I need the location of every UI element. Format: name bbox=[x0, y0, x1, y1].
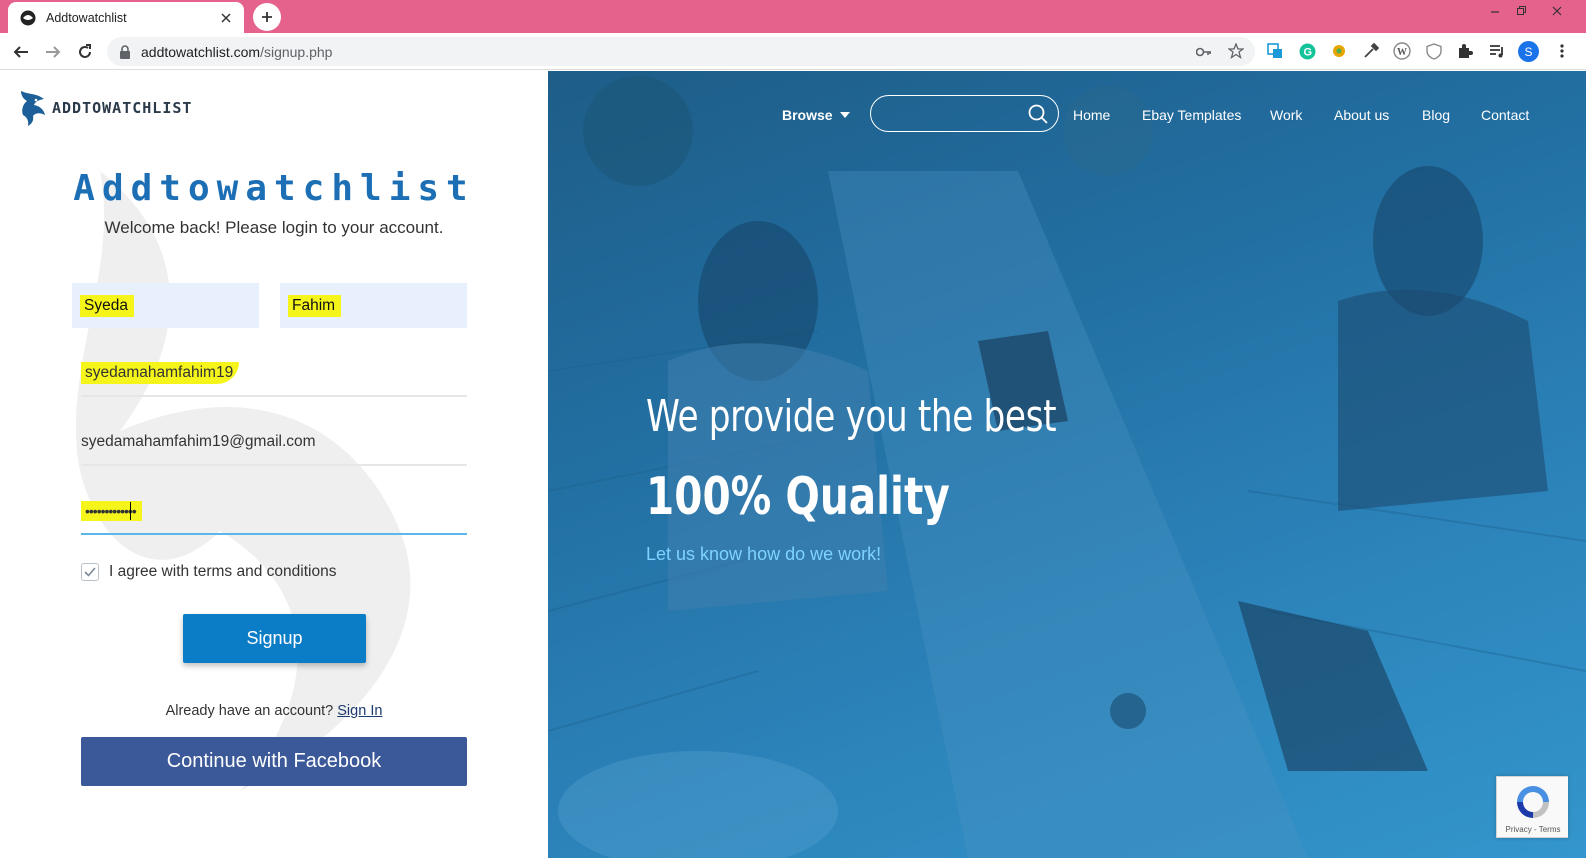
extension-flower-icon[interactable] bbox=[1330, 42, 1348, 60]
url-domain: addtowatchlist.com bbox=[141, 43, 261, 60]
site-navbar: Browse Home Ebay Templates Work About us… bbox=[548, 71, 1586, 161]
nav-link-work[interactable]: Work bbox=[1270, 107, 1302, 123]
last-name-value: Fahim bbox=[288, 294, 342, 317]
signup-button[interactable]: Signup bbox=[183, 614, 366, 663]
first-name-field[interactable]: Syeda bbox=[72, 283, 259, 328]
continue-with-facebook-button[interactable]: Continue with Facebook bbox=[81, 737, 467, 786]
shield-icon[interactable] bbox=[1425, 42, 1443, 60]
recaptcha-badge[interactable]: Privacy - Terms bbox=[1496, 776, 1568, 838]
profile-avatar[interactable]: S bbox=[1518, 41, 1539, 62]
restore-icon[interactable] bbox=[1508, 0, 1534, 22]
wordpress-icon[interactable]: W bbox=[1393, 42, 1411, 60]
new-tab-button[interactable] bbox=[253, 3, 281, 31]
eagle-logo-icon bbox=[21, 91, 45, 126]
close-tab-icon[interactable] bbox=[218, 10, 234, 26]
translate-extension-icon[interactable] bbox=[1266, 42, 1284, 60]
signin-prompt: Already have an account? Sign In bbox=[0, 703, 548, 719]
grammarly-icon[interactable]: G bbox=[1298, 42, 1316, 60]
url-text: addtowatchlist.com/signup.php bbox=[141, 44, 332, 60]
checkmark-icon bbox=[84, 567, 96, 577]
page-title: Addtowatchlist bbox=[73, 168, 475, 209]
nav-search-input[interactable] bbox=[870, 95, 1059, 132]
key-icon[interactable] bbox=[1196, 44, 1212, 60]
url-path: /signup.php bbox=[260, 43, 333, 60]
signup-panel: ADDTOWATCHLIST Addtowatchlist Welcome ba… bbox=[0, 71, 548, 858]
nav-link-home[interactable]: Home bbox=[1073, 107, 1110, 123]
recaptcha-logo-icon bbox=[1517, 786, 1549, 818]
password-field[interactable]: ••••••••••••• bbox=[81, 489, 467, 535]
eyedropper-icon[interactable] bbox=[1362, 42, 1380, 60]
media-queue-icon[interactable] bbox=[1488, 42, 1506, 60]
back-icon[interactable] bbox=[10, 41, 32, 63]
username-field[interactable]: syedamahamfahim19 bbox=[81, 351, 467, 397]
nav-link-about-us[interactable]: About us bbox=[1334, 107, 1389, 123]
svg-text:G: G bbox=[1303, 46, 1312, 58]
site-favicon-icon bbox=[20, 10, 36, 26]
logo-text: ADDTOWATCHLIST bbox=[52, 99, 193, 117]
browse-dropdown[interactable]: Browse bbox=[782, 107, 850, 123]
browser-toolbar: addtowatchlist.com/signup.php G W S bbox=[0, 33, 1586, 70]
extensions-puzzle-icon[interactable] bbox=[1456, 42, 1474, 60]
browse-label: Browse bbox=[782, 107, 833, 123]
nav-link-contact[interactable]: Contact bbox=[1481, 107, 1529, 123]
search-icon[interactable] bbox=[1028, 104, 1048, 124]
browser-menu-icon[interactable] bbox=[1553, 42, 1571, 60]
text-cursor bbox=[129, 502, 131, 520]
email-value: syedamahamfahim19@gmail.com bbox=[81, 433, 316, 450]
hero-panel: Browse Home Ebay Templates Work About us… bbox=[548, 71, 1586, 858]
tab-title: Addtowatchlist bbox=[46, 10, 127, 25]
terms-label: I agree with terms and conditions bbox=[109, 563, 337, 580]
browser-tab[interactable]: Addtowatchlist bbox=[8, 2, 244, 33]
minimize-icon[interactable] bbox=[1482, 0, 1508, 22]
chevron-down-icon bbox=[839, 112, 850, 118]
hero-heading-line1: We provide you the best bbox=[646, 391, 1057, 442]
bookmark-star-icon[interactable] bbox=[1228, 43, 1244, 59]
reload-icon[interactable] bbox=[74, 41, 96, 63]
terms-checkbox[interactable] bbox=[81, 563, 99, 581]
nav-link-blog[interactable]: Blog bbox=[1422, 107, 1450, 123]
signin-link[interactable]: Sign In bbox=[337, 703, 382, 719]
lock-icon bbox=[119, 44, 131, 59]
close-window-icon[interactable] bbox=[1544, 0, 1570, 22]
welcome-text: Welcome back! Please login to your accou… bbox=[104, 218, 444, 237]
address-bar[interactable]: addtowatchlist.com/signup.php bbox=[107, 37, 1255, 66]
already-account-text: Already have an account? bbox=[165, 703, 334, 719]
terms-agreement: I agree with terms and conditions bbox=[81, 563, 336, 581]
svg-text:W: W bbox=[1397, 47, 1407, 58]
password-value: ••••••••••••• bbox=[81, 501, 142, 521]
forward-icon[interactable] bbox=[42, 41, 64, 63]
username-value: syedamahamfahim19 bbox=[81, 362, 240, 384]
signup-page: ADDTOWATCHLIST Addtowatchlist Welcome ba… bbox=[0, 71, 1586, 858]
hero-tagline: Let us know how do we work! bbox=[646, 544, 882, 564]
first-name-value: Syeda bbox=[80, 294, 134, 317]
hero-heading-line2: 100% Quality bbox=[646, 467, 950, 527]
browser-tab-strip: Addtowatchlist bbox=[0, 0, 1586, 33]
site-logo[interactable]: ADDTOWATCHLIST bbox=[18, 89, 192, 127]
email-field[interactable]: syedamahamfahim19@gmail.com bbox=[81, 420, 467, 466]
nav-link-ebay-templates[interactable]: Ebay Templates bbox=[1142, 107, 1241, 123]
office-background-image bbox=[548, 76, 1586, 858]
last-name-field[interactable]: Fahim bbox=[280, 283, 467, 328]
recaptcha-links[interactable]: Privacy - Terms bbox=[1497, 825, 1569, 834]
